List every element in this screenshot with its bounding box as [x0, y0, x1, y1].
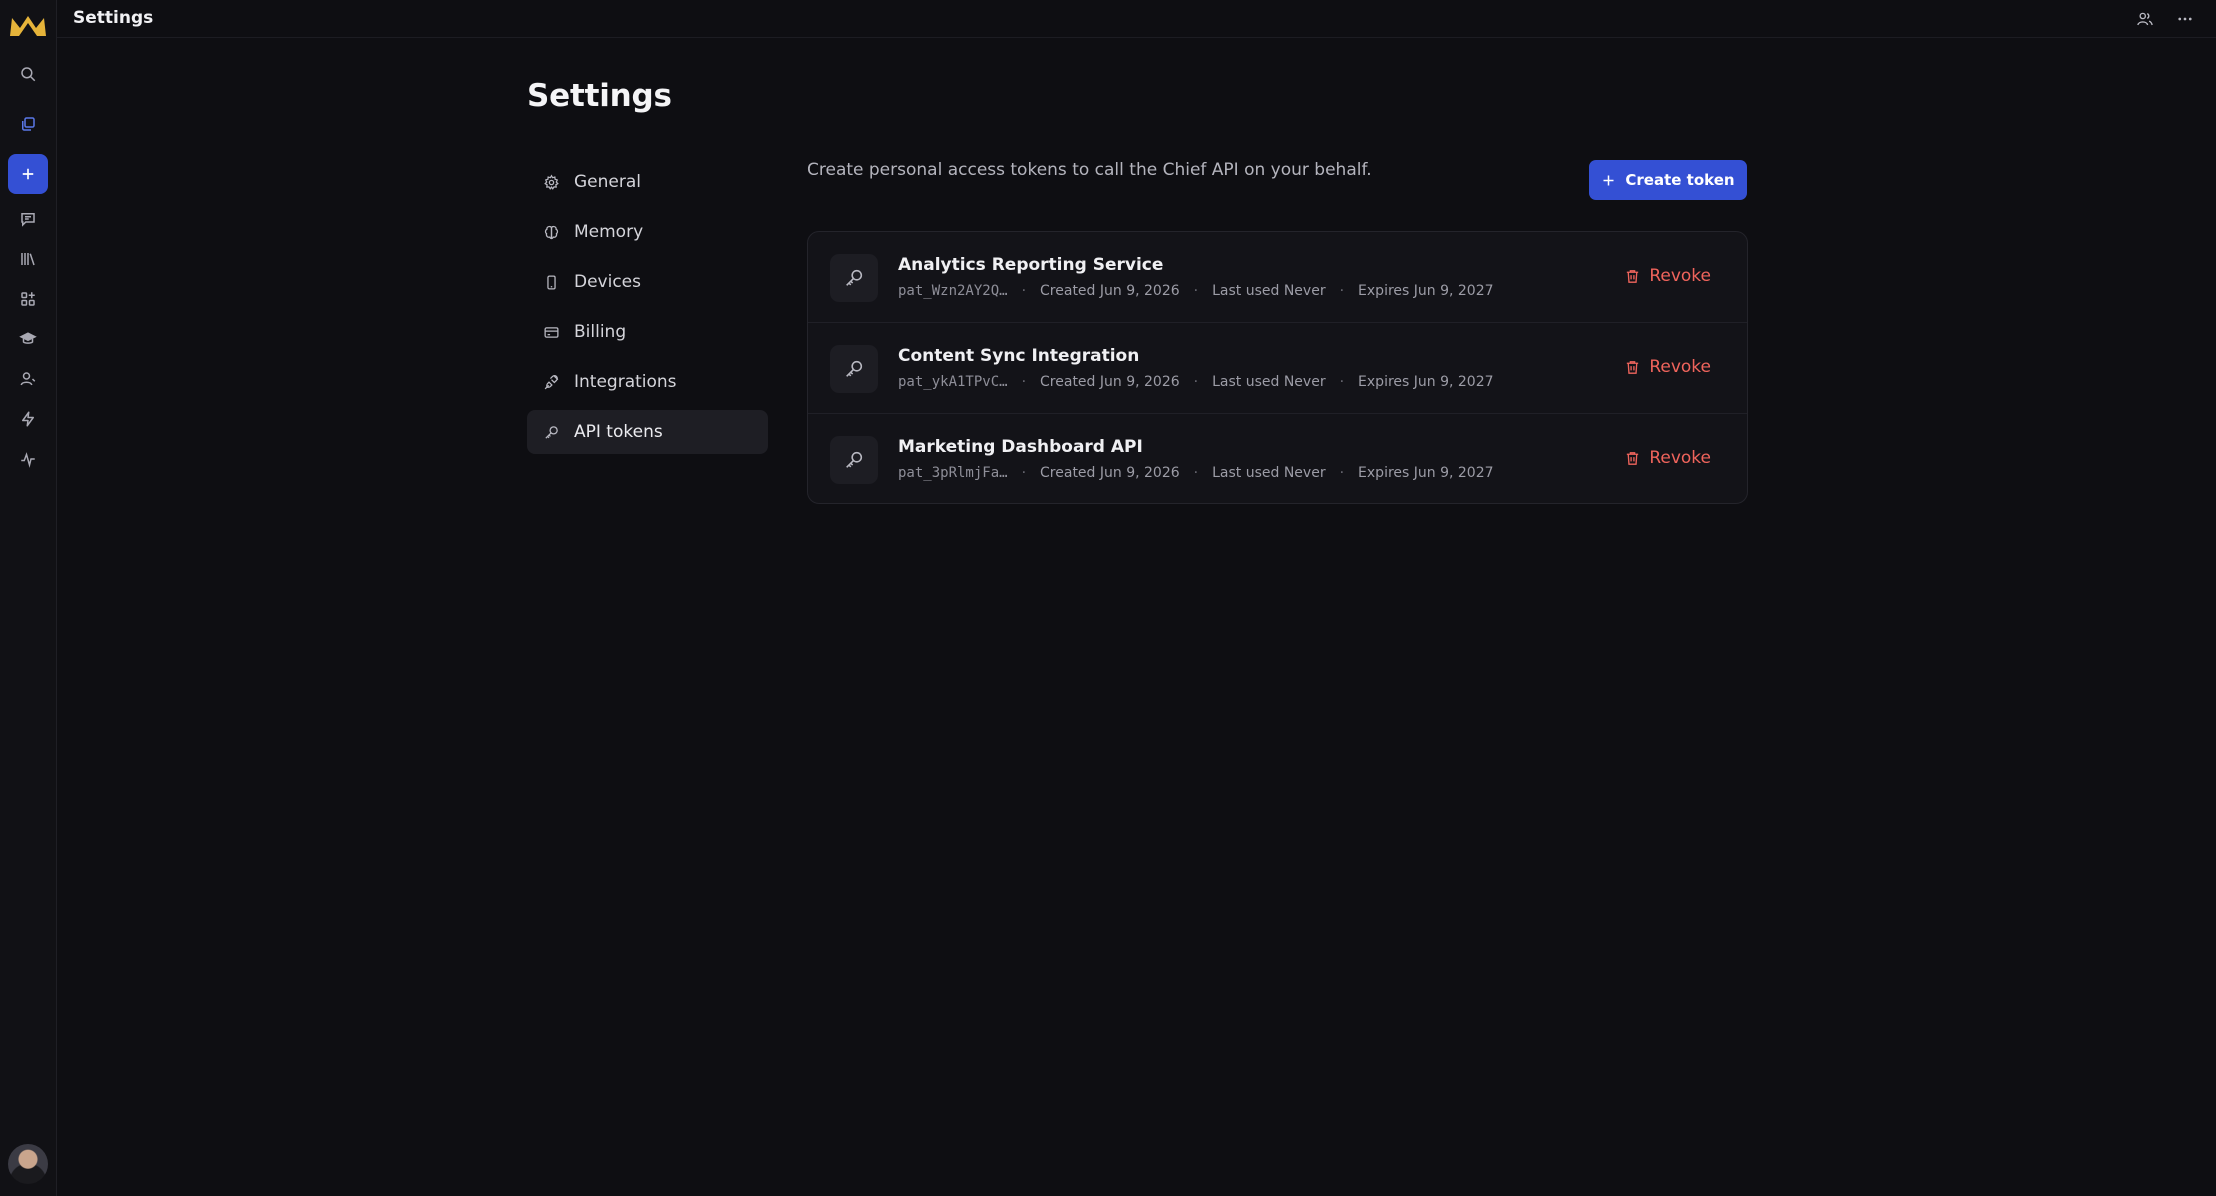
- trash-icon: [1627, 269, 1639, 283]
- top-bar: Settings: [57, 0, 2216, 38]
- lightning-icon: [22, 411, 34, 427]
- revoke-label: Revoke: [1649, 357, 1711, 377]
- nav-label-api-tokens: API tokens: [574, 422, 663, 442]
- revoke-button[interactable]: Revoke: [1624, 266, 1711, 286]
- trash-icon: [1627, 360, 1639, 374]
- left-rail: [0, 0, 57, 1196]
- credit-card-icon: [544, 326, 559, 338]
- page-title: Settings: [527, 78, 672, 114]
- phone-icon: [547, 274, 556, 290]
- token-list: Analytics Reporting Service pat_Wzn2AY2Q…: [807, 231, 1748, 504]
- chat-icon: [21, 213, 35, 227]
- nav-label-billing: Billing: [574, 322, 627, 342]
- token-meta: pat_3pRlmjFa… · Created Jun 9, 2026 · La…: [898, 465, 1494, 481]
- token-row: Marketing Dashboard API pat_3pRlmjFa… · …: [808, 414, 1747, 503]
- trash-icon: [1627, 451, 1639, 465]
- separator-dot: ·: [1193, 465, 1199, 481]
- nav-item-general[interactable]: General: [527, 160, 768, 204]
- rail-automations-button[interactable]: [8, 399, 48, 439]
- key-icon: [846, 360, 863, 377]
- token-prefix: pat_ykA1TPvC…: [898, 374, 1008, 390]
- nav-label-memory: Memory: [574, 222, 644, 242]
- nav-item-api-tokens[interactable]: API tokens: [527, 410, 768, 454]
- token-prefix: pat_Wzn2AY2Q…: [898, 283, 1008, 299]
- token-created: Created Jun 9, 2026: [1040, 465, 1180, 481]
- separator-dot: ·: [1021, 374, 1027, 390]
- key-icon: [846, 269, 863, 286]
- rail-activity-button[interactable]: [8, 439, 48, 479]
- token-created: Created Jun 9, 2026: [1040, 374, 1180, 390]
- members-button[interactable]: [2134, 8, 2156, 30]
- nav-item-devices[interactable]: Devices: [527, 260, 768, 304]
- activity-icon: [21, 452, 35, 468]
- rail-people-button[interactable]: [8, 359, 48, 399]
- nav-item-memory[interactable]: Memory: [527, 210, 768, 254]
- intro-text: Create personal access tokens to call th…: [807, 160, 1372, 180]
- more-options-button[interactable]: [2174, 8, 2196, 30]
- plug-icon: [544, 374, 559, 389]
- create-token-label: Create token: [1625, 171, 1735, 189]
- separator-dot: ·: [1193, 374, 1199, 390]
- plus-icon: [22, 168, 34, 180]
- token-created: Created Jun 9, 2026: [1040, 283, 1180, 299]
- separator-dot: ·: [1021, 283, 1027, 299]
- key-icon: [545, 425, 558, 439]
- nav-item-integrations[interactable]: Integrations: [527, 360, 768, 404]
- users-icon: [2137, 12, 2153, 26]
- separator-dot: ·: [1339, 283, 1345, 299]
- graduation-cap-icon: [19, 332, 37, 344]
- rail-apps-button[interactable]: [8, 279, 48, 319]
- more-horizontal-icon: [2178, 17, 2192, 21]
- library-icon: [21, 253, 35, 266]
- nav-label-integrations: Integrations: [574, 372, 677, 392]
- rail-learn-button[interactable]: [8, 319, 48, 359]
- nav-label-devices: Devices: [574, 272, 641, 292]
- token-last-used: Last used Never: [1212, 283, 1326, 299]
- nav-item-billing[interactable]: Billing: [527, 310, 768, 354]
- chief-logo-icon[interactable]: [9, 14, 47, 38]
- avatar[interactable]: [8, 1144, 48, 1184]
- token-name: Analytics Reporting Service: [898, 255, 1164, 275]
- plus-icon: [1603, 175, 1614, 185]
- token-expires: Expires Jun 9, 2027: [1358, 465, 1494, 481]
- token-key-badge: [830, 436, 878, 484]
- gear-icon: [544, 174, 559, 190]
- token-last-used: Last used Never: [1212, 465, 1326, 481]
- token-key-badge: [830, 254, 878, 302]
- settings-nav: General Memory Devices Billing Integrati…: [527, 160, 768, 460]
- brain-icon: [544, 225, 559, 239]
- key-icon: [846, 451, 863, 468]
- token-name: Marketing Dashboard API: [898, 437, 1143, 457]
- nav-label-general: General: [574, 172, 641, 192]
- window-title: Settings: [73, 8, 154, 28]
- rail-library-button[interactable]: [8, 239, 48, 279]
- revoke-label: Revoke: [1649, 448, 1711, 468]
- token-row: Content Sync Integration pat_ykA1TPvC… ·…: [808, 323, 1747, 414]
- token-name: Content Sync Integration: [898, 346, 1140, 366]
- token-expires: Expires Jun 9, 2027: [1358, 283, 1494, 299]
- token-prefix: pat_3pRlmjFa…: [898, 465, 1008, 481]
- apps-icon: [21, 292, 35, 306]
- token-row: Analytics Reporting Service pat_Wzn2AY2Q…: [808, 232, 1747, 323]
- rail-documents-button[interactable]: [8, 104, 48, 144]
- revoke-label: Revoke: [1649, 266, 1711, 286]
- documents-icon: [22, 117, 35, 131]
- separator-dot: ·: [1021, 465, 1027, 481]
- revoke-button[interactable]: Revoke: [1624, 448, 1711, 468]
- token-meta: pat_Wzn2AY2Q… · Created Jun 9, 2026 · La…: [898, 283, 1494, 299]
- create-token-button[interactable]: Create token: [1589, 160, 1747, 200]
- rail-new-button[interactable]: [8, 154, 48, 194]
- user-icon: [20, 372, 36, 386]
- separator-dot: ·: [1339, 465, 1345, 481]
- rail-chat-button[interactable]: [8, 199, 48, 239]
- token-last-used: Last used Never: [1212, 374, 1326, 390]
- token-key-badge: [830, 345, 878, 393]
- token-expires: Expires Jun 9, 2027: [1358, 374, 1494, 390]
- revoke-button[interactable]: Revoke: [1624, 357, 1711, 377]
- token-meta: pat_ykA1TPvC… · Created Jun 9, 2026 · La…: [898, 374, 1494, 390]
- search-icon: [21, 67, 36, 82]
- rail-search-button[interactable]: [8, 54, 48, 94]
- separator-dot: ·: [1193, 283, 1199, 299]
- separator-dot: ·: [1339, 374, 1345, 390]
